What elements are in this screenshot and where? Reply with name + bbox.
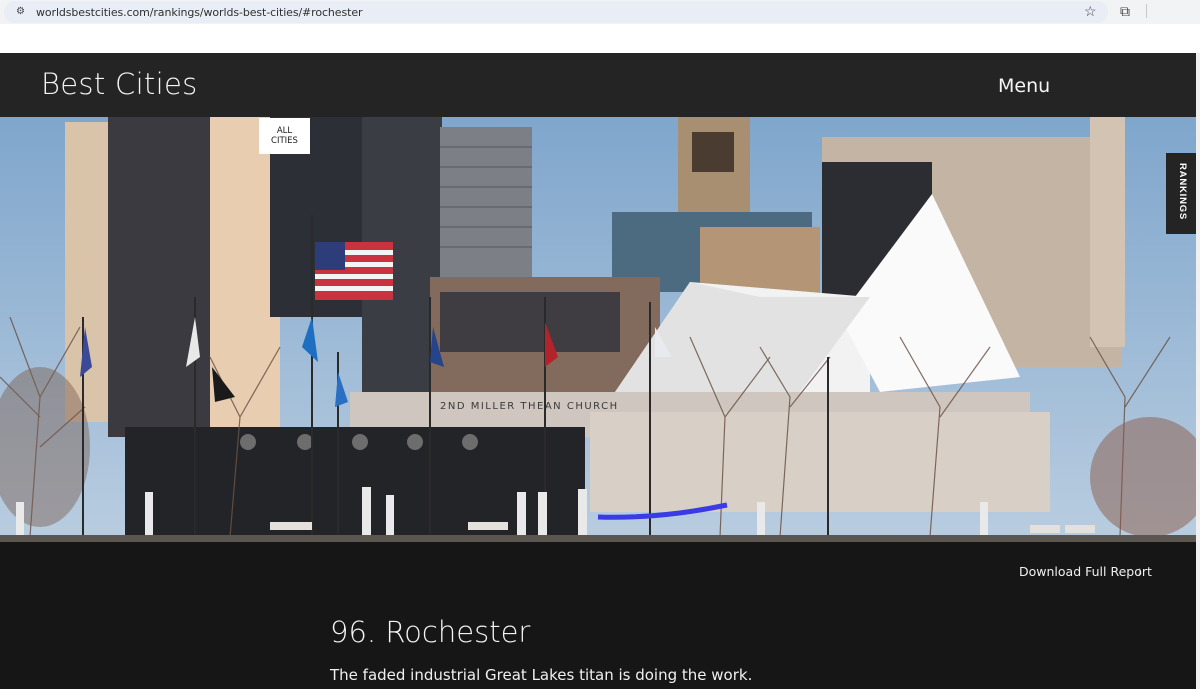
site-header: Best Cities Menu: [0, 53, 1196, 117]
church-sign: 2ND MILLER THEAN CHURCH: [440, 401, 619, 412]
all-cities-button[interactable]: ALL CITIES: [259, 118, 310, 154]
browser-toolbar: ⚙ worldsbestcities.com/rankings/worlds-b…: [0, 0, 1200, 24]
url-text[interactable]: worldsbestcities.com/rankings/worlds-bes…: [36, 6, 363, 19]
hero-photo: 2ND MILLER THEAN CHURCH: [0, 117, 1196, 542]
scrollbar[interactable]: [1196, 53, 1200, 689]
brand-logo[interactable]: Best Cities: [41, 67, 198, 101]
tune-icon[interactable]: ⚙: [16, 7, 26, 17]
city-title: 96. Rochester: [330, 615, 531, 649]
toolbar-divider: [1146, 4, 1147, 18]
us-flag: [315, 242, 393, 300]
hero-image: 2ND MILLER THEAN CHURCH: [0, 117, 1196, 542]
rankings-tab[interactable]: RANKINGS: [1166, 153, 1196, 234]
arrow-down-icon[interactable]: ↓: [1137, 564, 1143, 578]
puzzle-icon[interactable]: ⧉: [1120, 3, 1130, 19]
download-full-report-link[interactable]: Download Full Report: [1019, 564, 1152, 579]
all-cities-label-line1: ALL: [276, 126, 293, 136]
rankings-tab-label: RANKINGS: [1177, 163, 1188, 221]
city-tagline: The faded industrial Great Lakes titan i…: [330, 666, 753, 684]
address-bar[interactable]: ⚙ worldsbestcities.com/rankings/worlds-b…: [4, 1, 1108, 23]
menu-button[interactable]: Menu: [998, 75, 1050, 97]
page-top-strip: [0, 24, 1200, 53]
all-cities-label-line2: CITIES: [271, 136, 298, 146]
star-icon[interactable]: ☆: [1084, 3, 1097, 19]
